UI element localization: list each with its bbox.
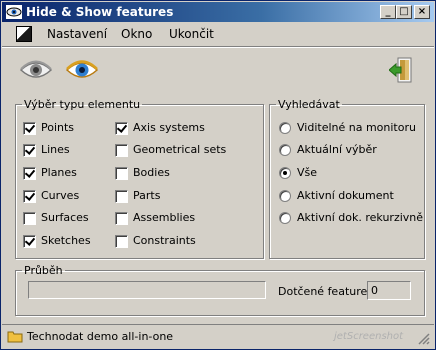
element-right-checkbox-5[interactable] — [115, 235, 128, 248]
show-eye-icon[interactable] — [65, 58, 99, 85]
element-right-checkbox-1[interactable] — [115, 144, 128, 157]
menu-bar: Nastavení Okno Ukončit — [2, 23, 434, 45]
status-bar: Technodat demo all-in-one jetScreenshot — [2, 324, 434, 348]
element-right-checkbox-2[interactable] — [115, 167, 128, 180]
element-left-checkbox-label-2[interactable]: Planes — [41, 166, 77, 179]
main-window: Hide & Show features _ □ × Nastavení Okn… — [0, 0, 436, 350]
element-left-checkbox-label-3[interactable]: Curves — [41, 189, 79, 202]
minimize-button[interactable]: _ — [380, 5, 396, 19]
progress-bar — [28, 281, 266, 299]
affected-features-label: Dotčené feature: — [278, 285, 371, 298]
search-radio-3[interactable] — [279, 190, 291, 202]
search-radio-label-0[interactable]: Viditelné na monitoru — [297, 121, 416, 134]
resize-grip-icon[interactable] — [418, 333, 430, 348]
watermark-text: jetScreenshot — [334, 331, 404, 342]
affected-features-value: 0 — [367, 281, 411, 300]
element-left-checkbox-3[interactable] — [23, 190, 36, 203]
menu-separator — [2, 46, 434, 48]
element-right-checkbox-label-1[interactable]: Geometrical sets — [133, 143, 226, 156]
element-right-checkbox-label-4[interactable]: Assemblies — [133, 211, 195, 224]
menu-nastaveni[interactable]: Nastavení — [47, 27, 107, 41]
element-right-checkbox-label-3[interactable]: Parts — [133, 189, 160, 202]
exit-door-icon[interactable] — [388, 57, 413, 86]
search-scope-legend: Vyhledávat — [278, 98, 340, 111]
menu-ukoncit[interactable]: Ukončit — [169, 27, 214, 41]
element-right-checkbox-label-0[interactable]: Axis systems — [133, 121, 205, 134]
element-right-checkbox-3[interactable] — [115, 190, 128, 203]
status-text: Technodat demo all-in-one — [27, 330, 174, 343]
element-left-checkbox-2[interactable] — [23, 167, 36, 180]
close-button[interactable]: × — [414, 5, 430, 19]
title-bar[interactable]: Hide & Show features _ □ × — [2, 2, 434, 22]
search-radio-label-4[interactable]: Aktivní dok. rekurzivně — [297, 211, 423, 224]
element-right-checkbox-4[interactable] — [115, 212, 128, 225]
element-type-legend: Výběr typu elementu — [24, 98, 141, 111]
element-right-checkbox-label-5[interactable]: Constraints — [133, 234, 196, 247]
maximize-button[interactable]: □ — [396, 5, 412, 19]
element-left-checkbox-label-1[interactable]: Lines — [41, 143, 70, 156]
search-radio-0[interactable] — [279, 122, 291, 134]
element-left-checkbox-label-0[interactable]: Points — [41, 121, 74, 134]
element-left-checkbox-1[interactable] — [23, 144, 36, 157]
eye-app-icon — [6, 5, 22, 19]
search-radio-label-1[interactable]: Aktuální výběr — [297, 143, 377, 156]
progress-legend: Průběh — [24, 264, 63, 277]
search-radio-label-3[interactable]: Aktivní dokument — [297, 189, 394, 202]
element-left-checkbox-label-5[interactable]: Sketches — [41, 234, 91, 247]
element-left-checkbox-label-4[interactable]: Surfaces — [41, 211, 89, 224]
folder-icon — [7, 329, 23, 346]
menu-okno[interactable]: Okno — [121, 27, 152, 41]
search-radio-label-2[interactable]: Vše — [297, 166, 317, 179]
hide-eye-icon[interactable] — [19, 58, 53, 85]
element-right-checkbox-label-2[interactable]: Bodies — [133, 166, 170, 179]
search-radio-4[interactable] — [279, 212, 291, 224]
element-left-checkbox-4[interactable] — [23, 212, 36, 225]
window-title: Hide & Show features — [26, 5, 174, 19]
element-left-checkbox-5[interactable] — [23, 235, 36, 248]
search-radio-2[interactable] — [279, 167, 291, 179]
search-radio-1[interactable] — [279, 144, 291, 156]
element-left-checkbox-0[interactable] — [23, 122, 36, 135]
app-logo-icon — [16, 26, 32, 42]
element-right-checkbox-0[interactable] — [115, 122, 128, 135]
